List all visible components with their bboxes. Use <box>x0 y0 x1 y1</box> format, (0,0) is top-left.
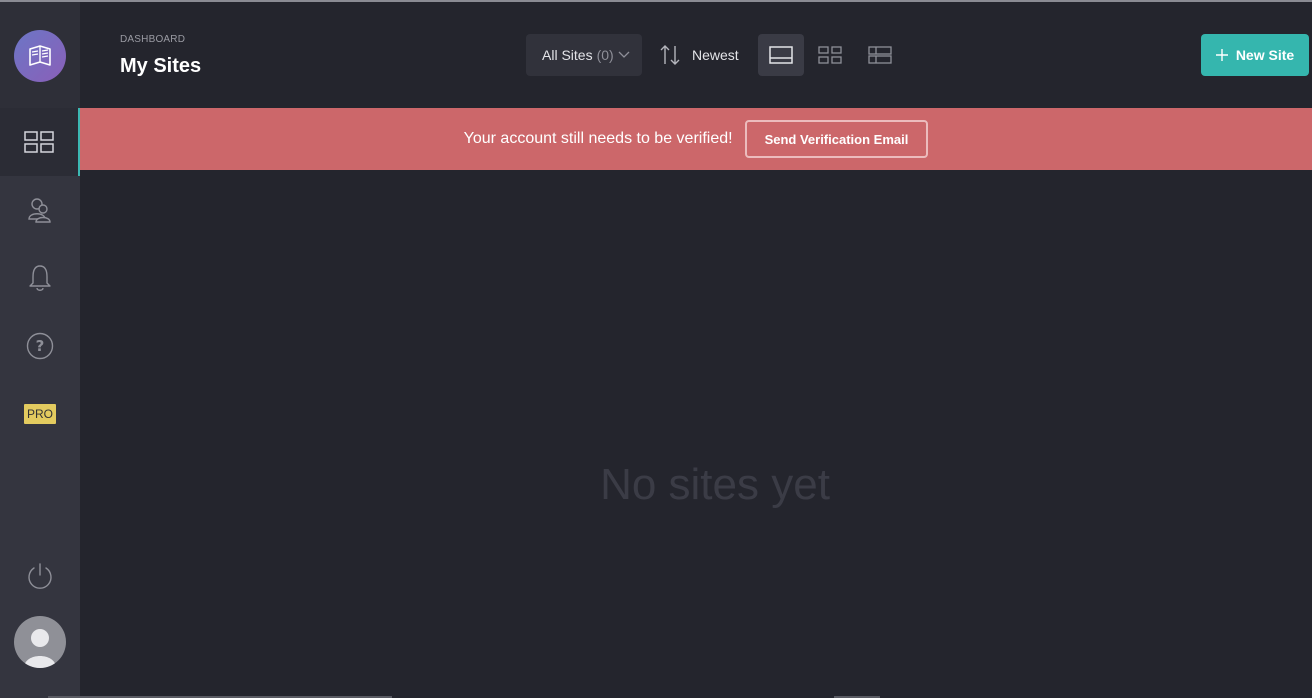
filter-label: All Sites <box>542 47 593 63</box>
view-grid-button[interactable] <box>807 34 853 76</box>
sidebar-item-pro[interactable]: PRO <box>0 380 80 448</box>
verification-banner: Your account still needs to be verified!… <box>80 108 1312 170</box>
sidebar-item-team[interactable] <box>0 176 80 244</box>
view-large-button[interactable] <box>758 34 804 76</box>
app-window: ? PRO DASHBOARD My Sites All Sites (0) N… <box>0 0 1312 698</box>
user-silhouette-icon <box>24 629 56 668</box>
pro-badge: PRO <box>23 404 56 424</box>
app-logo[interactable] <box>14 30 66 82</box>
page-title: My Sites <box>120 55 202 77</box>
sidebar-item-help[interactable]: ? <box>0 312 80 380</box>
sort-arrows-icon <box>660 45 680 65</box>
svg-text:?: ? <box>36 337 45 355</box>
book-logo-icon <box>29 45 51 66</box>
grid-view-icon <box>818 46 842 64</box>
sort-control[interactable]: Newest <box>658 34 739 76</box>
site-filter-dropdown[interactable]: All Sites (0) <box>526 34 642 76</box>
empty-state-message: No sites yet <box>600 460 830 509</box>
sidebar-item-logout[interactable] <box>0 542 80 610</box>
filter-count: (0) <box>596 47 614 63</box>
verification-message: Your account still needs to be verified! <box>463 130 733 147</box>
sidebar: ? PRO <box>0 2 80 698</box>
chevron-down-icon <box>618 51 630 58</box>
new-site-label: New Site <box>1235 47 1295 63</box>
sidebar-item-dashboard[interactable] <box>0 108 80 176</box>
breadcrumb: DASHBOARD <box>120 34 186 45</box>
single-column-view-icon <box>769 46 793 64</box>
sidebar-item-notifications[interactable] <box>0 244 80 312</box>
user-avatar[interactable] <box>14 616 66 668</box>
help-circle-icon: ? <box>26 332 54 360</box>
sidebar-header <box>0 2 80 108</box>
view-list-button[interactable] <box>857 34 903 76</box>
send-verification-email-button[interactable]: Send Verification Email <box>744 120 929 158</box>
bell-icon <box>29 265 51 291</box>
sort-label: Newest <box>692 47 739 63</box>
new-site-button[interactable]: New Site <box>1201 34 1309 76</box>
dashboard-grid-icon <box>24 131 54 153</box>
users-icon <box>28 198 51 223</box>
plus-icon <box>1215 49 1228 61</box>
power-icon <box>28 563 52 589</box>
list-view-icon <box>868 46 892 64</box>
